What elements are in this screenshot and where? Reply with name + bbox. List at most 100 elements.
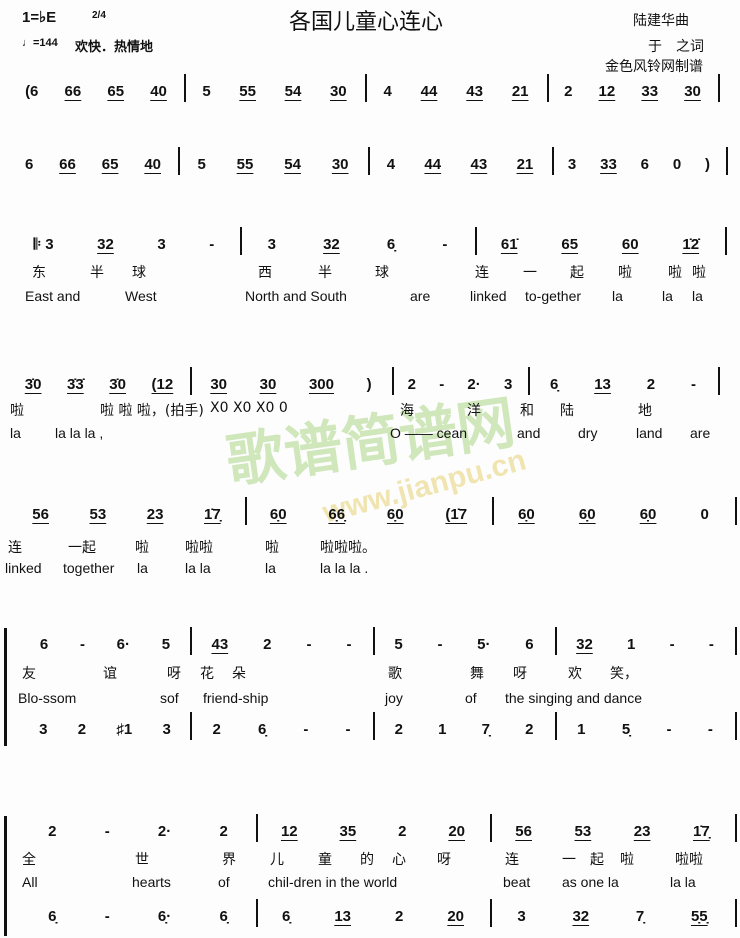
lyric-chinese: 半 — [318, 265, 332, 281]
lyric-chinese: 谊 — [103, 666, 117, 682]
lyric-chinese: 朵 — [232, 666, 246, 682]
measure: 4 44 43 21 — [369, 80, 543, 102]
measure: 56 53 23 1̇7̣ — [12, 503, 241, 525]
note: 40 — [150, 82, 167, 100]
measure: 6 - 6· 5 — [24, 633, 186, 655]
barline — [256, 814, 258, 842]
note: 44 — [424, 155, 442, 173]
note: 5̣5̣ — [690, 907, 708, 925]
note: - — [707, 720, 713, 738]
note: - — [303, 720, 309, 738]
note: 54 — [284, 82, 302, 100]
lyric-english: Blo-ssom — [18, 690, 77, 706]
note: 30 — [684, 82, 701, 100]
lyric-english: are — [410, 288, 431, 304]
measure: 2 1 7̣ 2 — [377, 718, 551, 740]
measure: 30 30 300) — [194, 373, 388, 395]
note: 20 — [448, 822, 466, 840]
barline — [735, 899, 737, 927]
note: 33 — [641, 82, 659, 100]
barline — [368, 147, 370, 175]
note: 23 — [146, 505, 164, 523]
note: - — [306, 635, 312, 653]
note: - — [345, 720, 351, 738]
measure: 3 33 6 0) — [556, 153, 722, 175]
lyric-chinese: 半 — [90, 265, 104, 281]
note: 3 — [567, 155, 577, 173]
measure: (6 66 65 40 — [12, 80, 180, 102]
lyric-chinese: 陆 — [560, 403, 574, 419]
lyric-chinese: 童 — [318, 852, 332, 868]
lyric-english: la — [692, 288, 703, 304]
lyric-english: North and South — [245, 288, 347, 304]
note: 6̣ — [257, 720, 267, 738]
barline — [256, 899, 258, 927]
note: 43 — [211, 635, 229, 653]
staff-row: 56 53 23 1̇7̣ 6̣0 6̣6̣ 6̣0 (1̇7 6̣0 6̣0 6̣0 0 — [0, 497, 740, 525]
barline — [555, 627, 557, 655]
barline — [245, 497, 247, 525]
lyric-english: la — [612, 288, 623, 304]
note: 55 — [239, 82, 256, 100]
lyric-english: sof — [160, 690, 179, 706]
note: 1̇2̇ — [682, 235, 700, 253]
lyric-english: O —— cean — [390, 425, 468, 441]
note: 53 — [574, 822, 592, 840]
lyric-english: West — [125, 288, 157, 304]
note: 12 — [280, 822, 298, 840]
note: (6 — [25, 82, 39, 100]
note: - — [691, 375, 697, 393]
note: 2 — [77, 720, 87, 738]
note: 7̣ — [481, 720, 490, 738]
measure: 4 44 43 21 — [372, 153, 548, 175]
lyric-english: la la la , — [55, 425, 104, 441]
measure: 5 - 5· 6 — [377, 633, 551, 655]
note: 5 — [161, 635, 171, 653]
measure: 3̇0 3̇3̇ 3̇0 (12 — [12, 373, 186, 395]
note: 13 — [594, 375, 611, 393]
note: 3̇3̇ — [67, 375, 84, 393]
barline — [178, 147, 180, 175]
note: 2 — [407, 375, 416, 393]
lyric-chinese: 起 — [590, 852, 604, 868]
barline — [373, 627, 375, 655]
tempo: ♩=144 — [22, 37, 58, 49]
barline — [240, 227, 242, 255]
lyric-chinese: 啦 — [265, 540, 279, 556]
note: 32 — [572, 907, 590, 925]
lyric-english: are — [690, 425, 711, 441]
note: 6̣0 — [269, 505, 287, 523]
note: 32 — [97, 235, 114, 253]
lyric-english: land — [636, 425, 663, 441]
lyric-chinese: 欢 — [568, 666, 582, 682]
note: 21 — [511, 82, 529, 100]
lyric-chinese: 连 — [505, 852, 519, 868]
note: 4 — [386, 155, 396, 173]
note: 32 — [576, 635, 593, 653]
note: 3 — [157, 235, 166, 253]
lyric-english: la — [10, 425, 21, 441]
lyric-chinese: 啦啦 — [185, 540, 213, 556]
note: 2 — [398, 822, 407, 840]
lyric-english: la — [662, 288, 673, 304]
lyric-chinese: 啦 — [692, 265, 706, 281]
note: 2· — [467, 375, 481, 393]
barline — [373, 712, 375, 740]
lyric-english: as one la — [562, 874, 619, 890]
lyric-english: la la — [185, 560, 211, 576]
lyric-english: of — [465, 690, 477, 706]
lyric-english: linked — [5, 560, 42, 576]
lyric-chinese: 一 — [562, 852, 576, 868]
lyric-chinese: 啦 — [620, 852, 634, 868]
lyric-english: East and — [25, 288, 81, 304]
note: ) — [366, 375, 372, 393]
note: - — [666, 720, 672, 738]
lyric-english: and — [517, 425, 541, 441]
lyric-english: the singing and dance — [505, 690, 642, 706]
note: - — [439, 375, 445, 393]
note: 𝄆 3 — [33, 235, 54, 253]
measure: 2 - 2· 2 — [24, 820, 252, 842]
note: 6̣0 — [518, 505, 535, 523]
note: 5· — [477, 635, 491, 653]
note: 5 — [202, 82, 211, 100]
